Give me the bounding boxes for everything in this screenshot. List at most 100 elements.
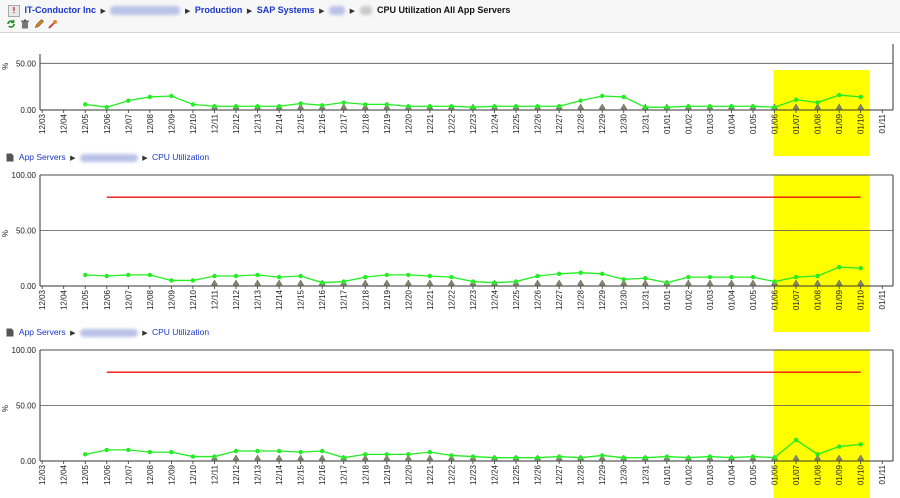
data-point[interactable] [384,102,390,107]
breadcrumb-sap-systems[interactable]: SAP Systems [257,5,315,15]
event-marker-icon[interactable] [254,454,261,461]
data-point[interactable] [793,274,799,280]
event-marker-icon[interactable] [706,279,714,286]
data-point[interactable] [298,273,303,279]
data-point[interactable] [169,449,174,455]
data-point[interactable] [406,272,411,278]
data-point[interactable] [319,103,325,108]
event-marker-icon[interactable] [577,103,585,110]
breadcrumb-cpu-utilization[interactable]: CPU Utilization [152,152,209,162]
data-point[interactable] [126,272,131,278]
data-point[interactable] [815,452,820,457]
data-point[interactable] [750,274,756,280]
data-point[interactable] [104,447,109,453]
data-point[interactable] [664,280,670,285]
data-point[interactable] [363,274,368,280]
event-marker-icon[interactable] [232,454,240,461]
event-marker-icon[interactable] [275,279,283,286]
event-marker-icon[interactable] [426,279,434,286]
event-marker-icon[interactable] [404,279,412,286]
event-marker-icon[interactable] [598,103,606,110]
data-point[interactable] [341,279,346,284]
data-point[interactable] [406,452,411,457]
data-point[interactable] [298,101,303,106]
event-marker-icon[interactable] [728,279,735,286]
event-marker-icon[interactable] [426,454,434,461]
data-point[interactable] [126,98,131,103]
data-point[interactable] [643,276,648,281]
data-point[interactable] [793,97,799,102]
event-marker-icon[interactable] [620,103,628,110]
event-marker-icon[interactable] [447,279,455,286]
data-point[interactable] [276,104,282,109]
data-point[interactable] [319,448,325,454]
data-point[interactable] [513,455,519,460]
data-point[interactable] [578,455,583,460]
data-point[interactable] [664,105,670,110]
data-point[interactable] [513,104,519,109]
data-point[interactable] [772,279,777,284]
data-point[interactable] [707,454,713,459]
event-marker-icon[interactable] [318,454,326,461]
event-marker-icon[interactable] [749,279,757,286]
data-point[interactable] [858,442,863,447]
data-point[interactable] [384,452,390,457]
data-point[interactable] [556,271,562,276]
data-point[interactable] [578,270,583,275]
data-point[interactable] [233,273,239,279]
data-point[interactable] [750,454,756,459]
data-point[interactable] [212,273,217,279]
data-point[interactable] [212,454,217,459]
event-marker-icon[interactable] [361,279,369,286]
data-point[interactable] [169,93,174,99]
data-point[interactable] [384,272,390,278]
data-point[interactable] [815,273,820,279]
data-point[interactable] [578,98,583,103]
data-point[interactable] [449,104,454,109]
data-point[interactable] [535,273,540,279]
data-point[interactable] [147,449,153,455]
edit-button[interactable] [34,19,44,29]
data-point[interactable] [600,271,605,276]
data-point[interactable] [836,264,842,270]
data-point[interactable] [147,94,153,100]
data-point[interactable] [83,272,88,278]
settings-button[interactable] [48,19,58,29]
data-point[interactable] [319,280,325,285]
data-point[interactable] [621,94,626,100]
data-point[interactable] [707,274,713,280]
data-point[interactable] [686,455,691,460]
breadcrumb-redacted[interactable] [79,153,138,162]
data-point[interactable] [707,104,713,109]
data-point[interactable] [492,280,497,285]
breadcrumb-app-servers[interactable]: App Servers [19,152,66,162]
data-point[interactable] [621,455,626,460]
data-point[interactable] [772,455,777,460]
event-marker-icon[interactable] [684,279,692,286]
data-point[interactable] [449,274,454,280]
data-point[interactable] [169,278,174,283]
data-point[interactable] [298,449,303,455]
data-point[interactable] [492,104,497,109]
data-point[interactable] [83,102,88,107]
data-point[interactable] [363,102,368,107]
event-marker-icon[interactable] [211,279,218,286]
event-marker-icon[interactable] [297,279,305,286]
refresh-button[interactable] [6,19,16,29]
data-point[interactable] [643,455,648,460]
data-point[interactable] [427,273,433,279]
data-point[interactable] [858,94,863,100]
data-point[interactable] [470,279,476,284]
event-marker-icon[interactable] [598,279,606,286]
data-point[interactable] [793,437,799,443]
data-point[interactable] [600,93,605,99]
data-point[interactable] [729,274,734,280]
data-point[interactable] [341,100,346,105]
data-point[interactable] [836,92,842,98]
event-marker-icon[interactable] [383,279,391,286]
data-point[interactable] [686,104,691,109]
data-point[interactable] [556,454,562,459]
data-point[interactable] [750,104,756,109]
data-point[interactable] [470,454,476,459]
data-point[interactable] [621,277,626,282]
